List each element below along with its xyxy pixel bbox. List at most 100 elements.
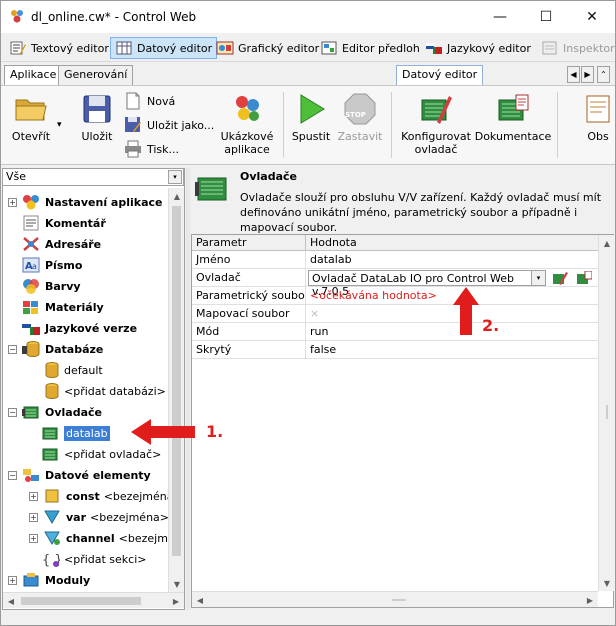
tree-node-databaze[interactable]: − Databáze <box>8 339 103 359</box>
tab-scroll-left-button[interactable]: ◀ <box>567 66 580 83</box>
stop-button[interactable]: STOP Zastavit <box>337 92 383 143</box>
documentation-button[interactable]: Dokumentace <box>475 92 551 143</box>
collapse-icon[interactable]: − <box>8 407 17 417</box>
tree-node-label: Adresáře <box>45 237 102 251</box>
add-section-icon: { } <box>42 553 60 568</box>
scroll-thumb[interactable] <box>21 597 141 605</box>
scroll-left-icon[interactable]: ◀ <box>3 593 19 609</box>
tab-scroll-right-button[interactable]: ▶ <box>581 66 594 83</box>
open-button[interactable]: Otevřít <box>9 92 53 143</box>
save-button[interactable]: Uložit <box>75 92 119 143</box>
configure-driver-icon[interactable] <box>552 271 568 285</box>
tree-node-adresare[interactable]: Adresáře <box>21 234 101 254</box>
tab-datovy-editor[interactable]: Datový editor <box>396 65 484 85</box>
tree-node-label: Materiály <box>45 300 104 314</box>
collapse-icon[interactable]: − <box>8 470 17 480</box>
sample-apps-button[interactable]: Ukázkové aplikace <box>219 92 275 156</box>
inspector-button[interactable]: Inspektor <box>537 37 616 59</box>
tree-node-datalab[interactable]: datalab <box>40 423 110 443</box>
details-description: Ovladače slouží pro obsluhu V/V zařízení… <box>240 191 602 234</box>
print-button[interactable]: Tisk... <box>124 140 179 158</box>
tree-node-pridat-databazi[interactable]: <přidat databázi> <box>40 381 166 401</box>
obs-button[interactable]: Obs <box>583 92 613 143</box>
scroll-thumb[interactable] <box>172 206 181 556</box>
tree-node-nastaveni-aplikace[interactable]: + Nastavení aplikace <box>8 192 162 212</box>
graphic-editor-button[interactable]: Grafický editor <box>212 37 323 59</box>
status-bar <box>1 611 615 625</box>
grid-value-cell[interactable]: false <box>306 341 600 359</box>
grid-row-mapovaci-soubor[interactable]: Mapovací soubor × <box>192 305 600 323</box>
tree-node-komentar[interactable]: Komentář <box>21 213 106 233</box>
chevron-down-icon[interactable]: ▾ <box>168 170 182 184</box>
tree-node-jazykove-verze[interactable]: Jazykové verze <box>21 318 137 338</box>
driver-icon <box>42 427 58 440</box>
new-button[interactable]: Nová <box>124 92 175 110</box>
tree-node-ovladace[interactable]: − Ovladače <box>8 402 102 422</box>
expand-icon[interactable]: + <box>29 533 38 543</box>
language-editor-icon <box>426 43 442 54</box>
tree-horizontal-scrollbar[interactable]: ◀ ▶ <box>3 592 184 608</box>
configure-driver-button[interactable]: Konfigurovat ovladač <box>401 92 471 156</box>
tree-node-channel[interactable]: + channel <bezejmén <box>29 528 168 548</box>
scroll-down-icon[interactable]: ▼ <box>599 575 615 591</box>
scroll-thumb[interactable] <box>606 405 608 419</box>
scroll-left-icon[interactable]: ◀ <box>192 592 208 608</box>
scroll-thumb[interactable] <box>392 599 406 601</box>
tab-generovani[interactable]: Generování <box>58 65 134 85</box>
text-editor-button[interactable]: Textový editor <box>5 37 113 59</box>
grid-param-cell: Parametrický soubor <box>192 287 306 305</box>
scroll-down-icon[interactable]: ▼ <box>169 576 185 592</box>
tree-vertical-scrollbar[interactable]: ▲ ▼ <box>168 188 184 592</box>
documentation-icon <box>498 94 529 121</box>
grid-vertical-scrollbar[interactable]: ▲ ▼ <box>598 235 614 591</box>
editor-toolbar: Textový editor Datový editor Grafický ed… <box>1 34 615 62</box>
scroll-up-icon[interactable]: ▲ <box>599 235 615 251</box>
driver-select[interactable]: Ovladač DataLab IO pro Control Web v.7.0… <box>308 270 546 298</box>
collapse-icon[interactable]: − <box>8 344 17 354</box>
grid-row-ovladac[interactable]: Ovladač Ovladač DataLab IO pro Control W… <box>192 269 600 298</box>
template-editor-button[interactable]: Editor předloh <box>316 37 424 59</box>
expand-icon[interactable]: + <box>8 575 17 585</box>
grid-value-cell[interactable]: datalab <box>306 251 600 269</box>
grid-header-parametr[interactable]: Parametr <box>192 235 306 251</box>
tree-node-datove-elementy[interactable]: − Datové elementy <box>8 465 151 485</box>
save-as-icon <box>125 117 141 132</box>
tree-node-barvy[interactable]: Barvy <box>21 276 81 296</box>
ribbon-separator <box>557 92 558 158</box>
data-editor-button[interactable]: Datový editor <box>110 37 218 59</box>
scroll-right-icon[interactable]: ▶ <box>168 593 184 609</box>
tree-node-pridat-sekci[interactable]: { } <přidat sekci> <box>40 549 147 569</box>
grid-horizontal-scrollbar[interactable]: ◀ ▶ <box>192 591 598 607</box>
expand-icon[interactable]: + <box>8 197 17 207</box>
ribbon-collapse-button[interactable]: ⌃ <box>597 66 610 83</box>
tab-aplikace[interactable]: Aplikace <box>4 65 63 85</box>
tree-node-default[interactable]: default <box>40 360 103 380</box>
expand-icon[interactable]: + <box>29 491 38 501</box>
open-dropdown-arrow[interactable]: ▾ <box>57 120 62 130</box>
minimize-button[interactable]: — <box>477 1 523 32</box>
expand-icon[interactable]: + <box>29 512 38 522</box>
scroll-up-icon[interactable]: ▲ <box>169 188 185 204</box>
tree-node-pridat-ovladac[interactable]: <přidat ovladač> <box>40 444 161 464</box>
grid-header-hodnota[interactable]: Hodnota <box>306 235 600 251</box>
grid-row-jmeno[interactable]: Jméno datalab <box>192 251 600 269</box>
tree-node-const[interactable]: + const <bezejména> <box>29 486 168 506</box>
grid-param-cell: Ovladač <box>192 269 306 287</box>
grid-row-parametricky-soubor[interactable]: Parametrický soubor <očekávána hodnota> <box>192 287 600 305</box>
tree-node-var[interactable]: + var <bezejména> <box>29 507 168 527</box>
run-button[interactable]: Spustit <box>289 92 333 143</box>
tree-node-materialy[interactable]: Materiály <box>21 297 104 317</box>
chevron-down-icon[interactable]: ▾ <box>531 271 545 285</box>
maximize-button[interactable]: ☐ <box>523 1 569 32</box>
scroll-right-icon[interactable]: ▶ <box>582 592 598 608</box>
tree-node-moduly[interactable]: + Moduly <box>8 570 90 587</box>
application-window: dl_online.cw* - Control Web — ☐ ✕ Textov… <box>0 0 616 626</box>
driver-documentation-icon[interactable] <box>576 271 592 285</box>
grid-row-skryty[interactable]: Skrytý false <box>192 341 600 359</box>
grid-row-mod[interactable]: Mód run <box>192 323 600 341</box>
filter-select[interactable]: Vše ▾ <box>2 168 184 186</box>
language-editor-button[interactable]: Jazykový editor <box>421 37 535 59</box>
save-as-button[interactable]: Uložit jako... <box>124 116 214 134</box>
close-button[interactable]: ✕ <box>569 1 615 32</box>
tree-node-pismo[interactable]: Aa Písmo <box>21 255 82 275</box>
